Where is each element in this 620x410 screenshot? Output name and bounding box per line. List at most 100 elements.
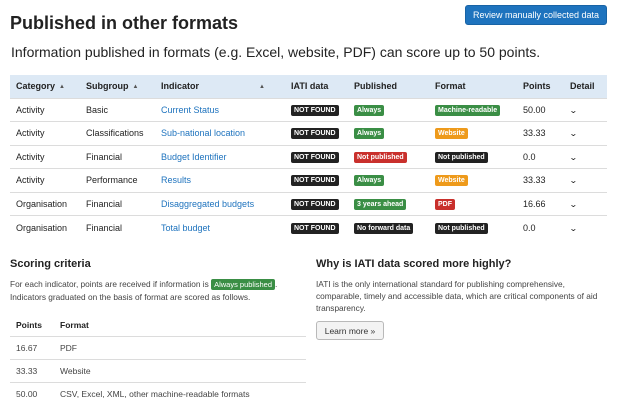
cell-points: 33.33: [517, 168, 564, 192]
cell-category: Organisation: [10, 191, 80, 216]
cell-published: Always: [348, 168, 429, 192]
indicator-link[interactable]: Disaggregated budgets: [155, 191, 285, 216]
cell-detail: ⌄: [564, 144, 607, 169]
indicator-link[interactable]: Sub-national location: [155, 121, 285, 145]
cell-format: Not published: [429, 144, 517, 169]
column-header-format: Format: [429, 75, 517, 98]
format-badge: Not published: [435, 151, 488, 163]
sort-up-icon: ▲: [259, 84, 265, 91]
cell-iati-data: NOT FOUND: [285, 168, 348, 192]
cell-iati-data: NOT FOUND: [285, 97, 348, 122]
table-row: Activity Financial Budget Identifier NOT FO…: [10, 144, 607, 169]
scoring-points: 16.67: [10, 335, 54, 360]
scoring-points: 50.00: [10, 382, 54, 406]
cell-points: 50.00: [517, 97, 564, 122]
review-manual-data-button[interactable]: Review manually collected data: [465, 5, 607, 25]
format-badge: Machine-readable: [435, 104, 501, 116]
indicator-link[interactable]: Total budget: [155, 215, 285, 239]
cell-detail: ⌄: [564, 97, 607, 122]
chevron-down-icon[interactable]: ⌄: [569, 153, 578, 162]
indicator-link[interactable]: Results: [155, 168, 285, 192]
page-title: Published in other formats: [10, 13, 239, 33]
scoring-row: 16.67 PDF: [10, 335, 306, 360]
iati-status-badge: NOT FOUND: [291, 175, 339, 187]
chevron-down-icon[interactable]: ⌄: [569, 176, 578, 185]
column-header-category[interactable]: Category ▲: [10, 75, 80, 98]
format-badge: Not published: [435, 222, 488, 234]
cell-iati-data: NOT FOUND: [285, 215, 348, 239]
cell-points: 0.0: [517, 215, 564, 239]
format-badge: Website: [435, 128, 468, 140]
cell-format: Not published: [429, 215, 517, 239]
chevron-down-icon[interactable]: ⌄: [569, 106, 578, 115]
scoring-criteria-title: Scoring criteria: [10, 258, 91, 270]
cell-format: PDF: [429, 191, 517, 216]
cell-category: Organisation: [10, 215, 80, 239]
scoring-criteria-text: For each indicator, points are received …: [10, 279, 278, 302]
published-badge: Always: [354, 128, 385, 140]
cell-subgroup: Classifications: [80, 121, 155, 145]
cell-format: Website: [429, 121, 517, 145]
table-row: Activity Performance Results NOT FOUND Alway…: [10, 168, 607, 192]
chevron-down-icon[interactable]: ⌄: [569, 224, 578, 233]
cell-subgroup: Financial: [80, 215, 155, 239]
scoring-row: 33.33 Website: [10, 358, 306, 383]
cell-format: Website: [429, 168, 517, 192]
scoring-format: PDF: [54, 335, 306, 360]
iati-status-badge: NOT FOUND: [291, 128, 339, 140]
cell-format: Machine-readable: [429, 97, 517, 122]
column-header-published: Published: [348, 75, 429, 98]
scoring-header-row: Points Format: [10, 314, 306, 336]
indicators-table: Category ▲ Subgroup ▲ Indicator ▲ IATI data…: [10, 75, 607, 239]
learn-more-button[interactable]: Learn more »: [316, 321, 384, 340]
table-row: Organisation Financial Disaggregated budge…: [10, 191, 607, 216]
page-subtitle: Information published in formats (e.g. E…: [11, 44, 541, 60]
scoring-format: CSV, Excel, XML, other machine-readable …: [54, 382, 306, 406]
sort-up-icon: ▲: [59, 84, 65, 91]
scoring-table: Points Format 16.67 PDF 33.33 Website 50…: [10, 314, 306, 406]
iati-status-badge: NOT FOUND: [291, 198, 339, 210]
chevron-down-icon[interactable]: ⌄: [569, 200, 578, 209]
indicator-link[interactable]: Current Status: [155, 97, 285, 122]
cell-published: Always: [348, 121, 429, 145]
scoring-header-format: Format: [60, 319, 89, 330]
column-header-detail: Detail: [564, 75, 607, 98]
iati-status-badge: NOT FOUND: [291, 222, 339, 234]
cell-category: Activity: [10, 97, 80, 122]
column-header-iati-data: IATI data: [285, 75, 348, 98]
table-row: Activity Classifications Sub-national loca…: [10, 121, 607, 145]
cell-points: 33.33: [517, 121, 564, 145]
cell-category: Activity: [10, 144, 80, 169]
scoring-format: Website: [54, 358, 306, 383]
cell-iati-data: NOT FOUND: [285, 121, 348, 145]
scoring-row: 50.00 CSV, Excel, XML, other machine-rea…: [10, 382, 306, 406]
sort-up-icon: ▲: [132, 84, 139, 91]
published-badge: Always: [354, 175, 385, 187]
cell-subgroup: Performance: [80, 168, 155, 192]
cell-iati-data: NOT FOUND: [285, 191, 348, 216]
published-badge: Always: [354, 104, 385, 116]
cell-detail: ⌄: [564, 215, 607, 239]
format-badge: Website: [435, 175, 468, 187]
cell-published: Not published: [348, 144, 429, 169]
published-badge: Not published: [354, 151, 407, 163]
cell-published: No forward data: [348, 215, 429, 239]
cell-subgroup: Basic: [80, 97, 155, 122]
always-published-badge: Always published: [211, 279, 276, 290]
cell-category: Activity: [10, 121, 80, 145]
why-iati-title: Why is IATI data scored more highly?: [316, 258, 512, 270]
table-row: Organisation Financial Total budget NOT FOU…: [10, 215, 607, 239]
iati-status-badge: NOT FOUND: [291, 104, 339, 116]
cell-published: Always: [348, 97, 429, 122]
column-header-subgroup[interactable]: Subgroup ▲: [80, 75, 155, 98]
cell-published: 3 years ahead: [348, 191, 429, 216]
why-iati-text: IATI is the only international standard …: [316, 279, 598, 313]
format-badge: PDF: [435, 198, 455, 210]
indicator-link[interactable]: Budget Identifier: [155, 144, 285, 169]
iati-status-badge: NOT FOUND: [291, 151, 339, 163]
table-row: Activity Basic Current Status NOT FOUND Alwa…: [10, 97, 607, 122]
cell-points: 0.0: [517, 144, 564, 169]
published-badge: 3 years ahead: [354, 198, 407, 210]
column-header-indicator[interactable]: Indicator ▲: [155, 75, 285, 98]
chevron-down-icon[interactable]: ⌄: [569, 129, 578, 138]
